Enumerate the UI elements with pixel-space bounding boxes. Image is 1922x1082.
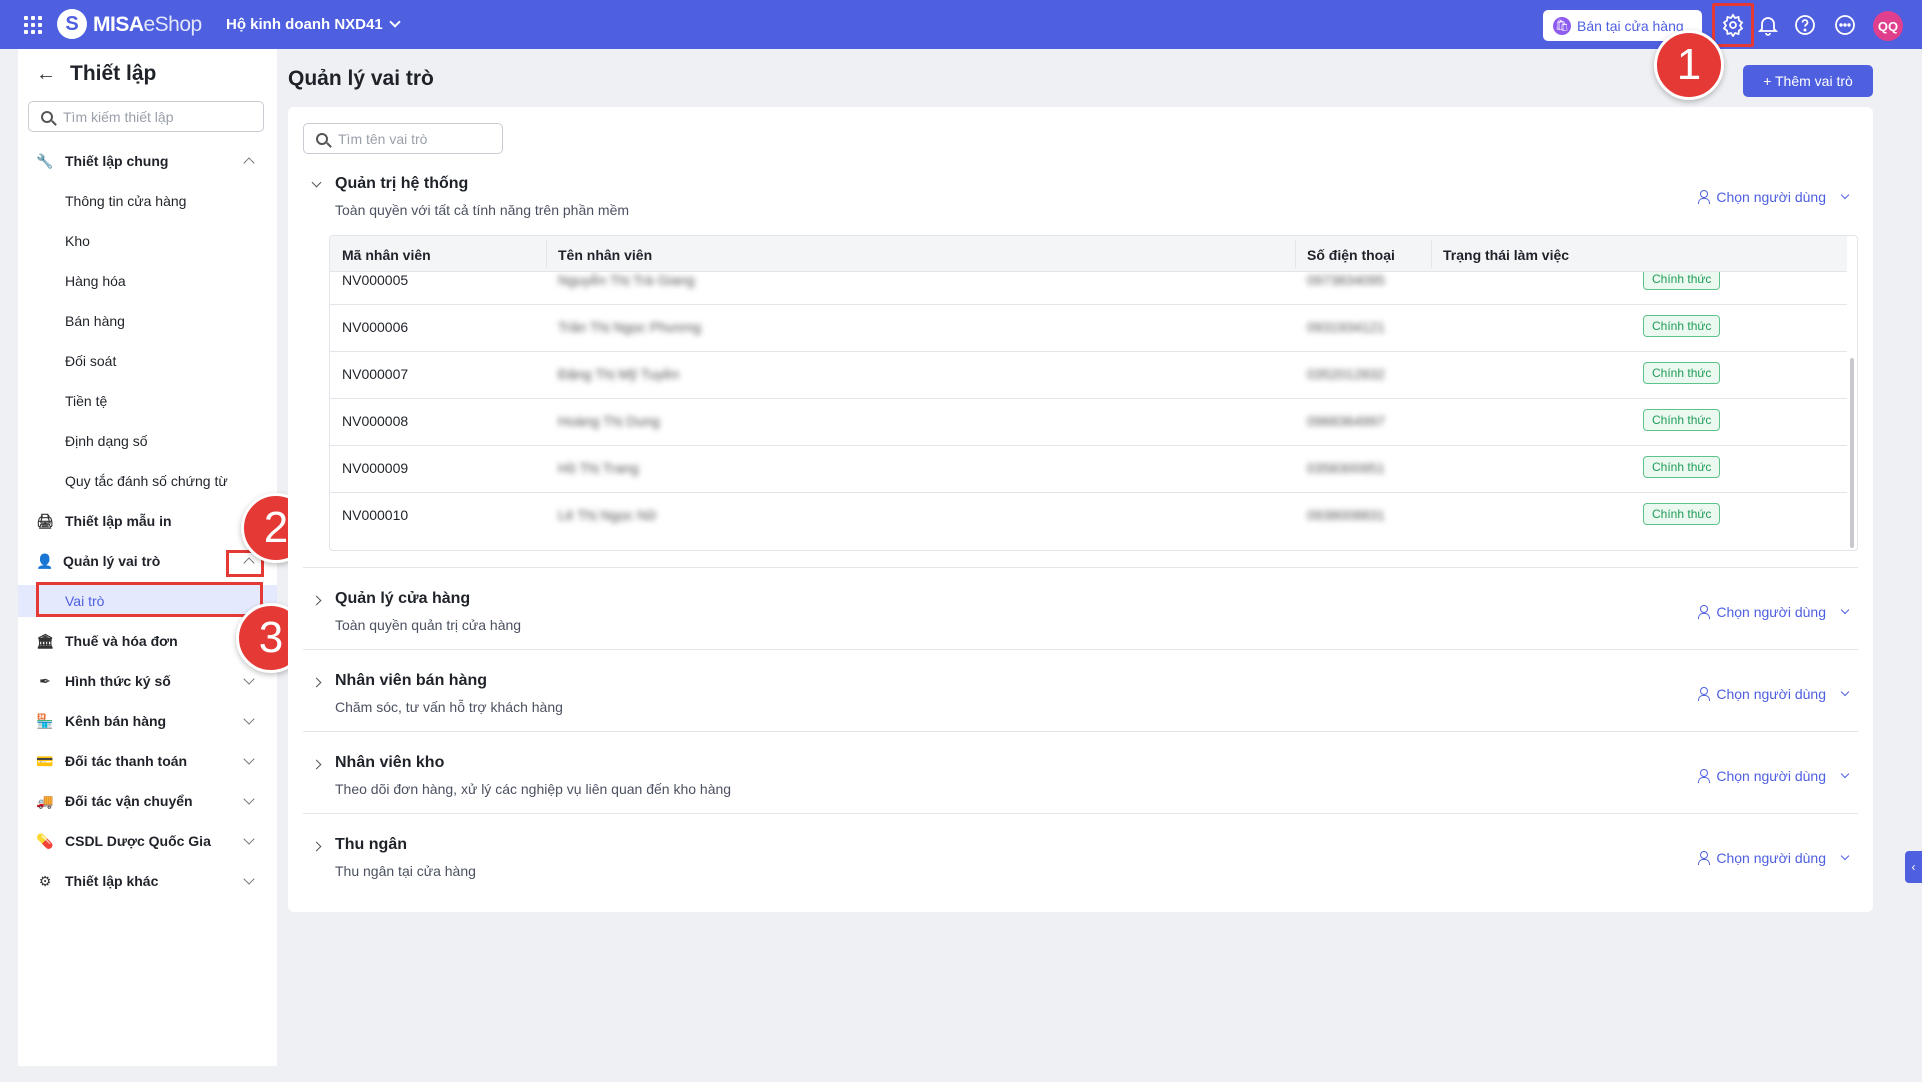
employee-table: Mã nhân viên Tên nhân viên Số điện thoại…: [329, 235, 1858, 551]
pick-user-dropdown[interactable]: Chọn người dùng: [1698, 768, 1850, 784]
shop-bag-icon: 🛍: [1553, 16, 1571, 35]
app-logo-text: MISAeShop: [93, 13, 202, 36]
chevron-down-icon: [1840, 605, 1850, 615]
annotation-box-roles: [36, 582, 263, 617]
pen-icon: ✒: [39, 672, 51, 689]
annotation-box-gear: [1712, 3, 1754, 47]
sidebar-item-sales-channels[interactable]: 🏪 Kênh bán hàng: [18, 705, 277, 737]
status-badge: Chính thức: [1643, 456, 1721, 478]
sidebar-item-general-settings[interactable]: 🔧 Thiết lập chung: [18, 145, 277, 177]
chevron-down-icon[interactable]: [243, 673, 255, 685]
search-icon: [41, 110, 53, 123]
chevron-down-icon[interactable]: [243, 833, 255, 845]
pill-icon: 💊: [36, 832, 54, 849]
table-row[interactable]: NV000009 Hồ Thị Trang 0358300951 Chính t…: [330, 446, 1847, 493]
collapse-panel-tab[interactable]: ‹: [1905, 851, 1922, 883]
sidebar-item-payment-partners[interactable]: 💳 Đối tác thanh toán: [18, 745, 277, 777]
annotation-marker-1: 1: [1654, 30, 1724, 100]
more-icon[interactable]: [1833, 13, 1857, 37]
chevron-down-icon[interactable]: [243, 793, 255, 805]
role-search-input[interactable]: Tìm tên vai trò: [303, 123, 503, 154]
pick-user-dropdown[interactable]: Chọn người dùng: [1698, 850, 1850, 866]
user-icon: [1698, 687, 1711, 701]
user-icon: [1698, 605, 1711, 619]
table-row[interactable]: NV000008 Hoàng Thị Dung 0968364997 Chính…: [330, 399, 1847, 446]
chevron-down-icon[interactable]: [243, 753, 255, 765]
role-store-manager[interactable]: Quản lý cửa hàng Toàn quyền quản trị cửa…: [303, 586, 1858, 646]
back-arrow-icon[interactable]: ←: [36, 63, 56, 86]
sidebar-item-other-settings[interactable]: ⚙ Thiết lập khác: [18, 865, 277, 897]
chevron-down-icon[interactable]: [243, 713, 255, 725]
role-warehouse-staff[interactable]: Nhân viên kho Theo dõi đơn hàng, xử lý c…: [303, 750, 1858, 810]
sidebar-item-warehouse[interactable]: Kho: [18, 225, 277, 257]
apps-grid-icon[interactable]: [24, 16, 42, 34]
roles-card: Tìm tên vai trò Quản trị hệ thống Toàn q…: [288, 107, 1873, 912]
chevron-right-icon[interactable]: [311, 759, 322, 770]
chevron-down-icon: [1840, 851, 1850, 861]
user-icon: [1698, 851, 1711, 865]
status-badge: Chính thức: [1643, 362, 1721, 384]
role-cashier[interactable]: Thu ngân Thu ngân tại cửa hàng Chọn ngườ…: [303, 832, 1858, 892]
table-scrollbar[interactable]: [1850, 358, 1854, 548]
user-role-icon: 👤: [36, 552, 54, 569]
chevron-down-icon[interactable]: [243, 873, 255, 885]
truck-icon: 🚚: [36, 792, 54, 809]
settings-search-input[interactable]: Tìm kiếm thiết lập: [28, 101, 264, 132]
sidebar-item-shipping-partners[interactable]: 🚚 Đối tác vận chuyển: [18, 785, 277, 817]
bell-icon[interactable]: [1756, 13, 1780, 37]
chevron-down-icon: [389, 16, 401, 28]
pick-user-dropdown[interactable]: Chọn người dùng: [1698, 189, 1850, 205]
sidebar-title: Thiết lập: [70, 62, 157, 85]
bank-icon: 🏛: [36, 632, 54, 649]
chevron-down-icon[interactable]: [311, 177, 322, 188]
status-badge: Chính thức: [1643, 503, 1721, 525]
user-icon: [1698, 190, 1711, 204]
search-icon: [316, 132, 328, 145]
sidebar-item-print-templates[interactable]: 🖨 Thiết lập mẫu in: [18, 505, 277, 537]
page-title: Quản lý vai trò: [288, 67, 434, 90]
chevron-up-icon[interactable]: [243, 157, 255, 169]
printer-icon: 🖨: [36, 512, 54, 529]
business-selector[interactable]: Hộ kinh doanh NXD41: [226, 16, 401, 33]
avatar[interactable]: QQ: [1873, 11, 1903, 41]
gear-icon: ⚙: [38, 872, 52, 889]
add-role-button[interactable]: + Thêm vai trò: [1743, 65, 1873, 97]
card-icon: 💳: [36, 752, 54, 769]
sidebar-item-sales[interactable]: Bán hàng: [18, 305, 277, 337]
pick-user-dropdown[interactable]: Chọn người dùng: [1698, 686, 1850, 702]
table-header-sticky: Mã nhân viên Tên nhân viên Số điện thoại…: [330, 236, 1847, 272]
chevron-down-icon: [1840, 769, 1850, 779]
wrench-icon: 🔧: [36, 152, 54, 169]
status-badge: Chính thức: [1643, 315, 1721, 337]
misa-logo-icon: S: [57, 9, 87, 39]
chevron-right-icon[interactable]: [311, 677, 322, 688]
chevron-right-icon[interactable]: [311, 595, 322, 606]
sidebar-item-currency[interactable]: Tiền tệ: [18, 385, 277, 417]
sidebar-item-store-info[interactable]: Thông tin cửa hàng: [18, 185, 277, 217]
sidebar-item-national-drug-db[interactable]: 💊 CSDL Dược Quốc Gia: [18, 825, 277, 857]
table-row[interactable]: NV000006 Trần Thị Ngọc Phương 0931934121…: [330, 305, 1847, 352]
store-icon: 🏪: [36, 712, 54, 729]
chevron-down-icon: [1840, 190, 1850, 200]
sidebar-item-goods[interactable]: Hàng hóa: [18, 265, 277, 297]
status-badge: Chính thức: [1643, 409, 1721, 431]
role-sales-staff[interactable]: Nhân viên bán hàng Chăm sóc, tư vấn hỗ t…: [303, 668, 1858, 728]
sidebar-item-number-format[interactable]: Định dạng số: [18, 425, 277, 457]
chevron-right-icon[interactable]: [311, 841, 322, 852]
sidebar-item-digital-signature[interactable]: ✒ Hình thức ký số: [18, 665, 277, 697]
user-icon: [1698, 769, 1711, 783]
chevron-down-icon: [1840, 687, 1850, 697]
sidebar-item-reconciliation[interactable]: Đối soát: [18, 345, 277, 377]
help-icon[interactable]: [1793, 13, 1817, 37]
table-row[interactable]: NV000010 Lê Thị Ngọc Nữ 0938008831 Chính…: [330, 493, 1847, 540]
sidebar-item-document-numbering[interactable]: Quy tắc đánh số chứng từ: [18, 465, 277, 497]
pick-user-dropdown[interactable]: Chọn người dùng: [1698, 604, 1850, 620]
top-bar: S MISAeShop Hộ kinh doanh NXD41 🛍 Bán tạ…: [0, 0, 1922, 49]
table-row[interactable]: NV000007 Đặng Thị Mỹ Tuyền 0352012832 Ch…: [330, 352, 1847, 399]
